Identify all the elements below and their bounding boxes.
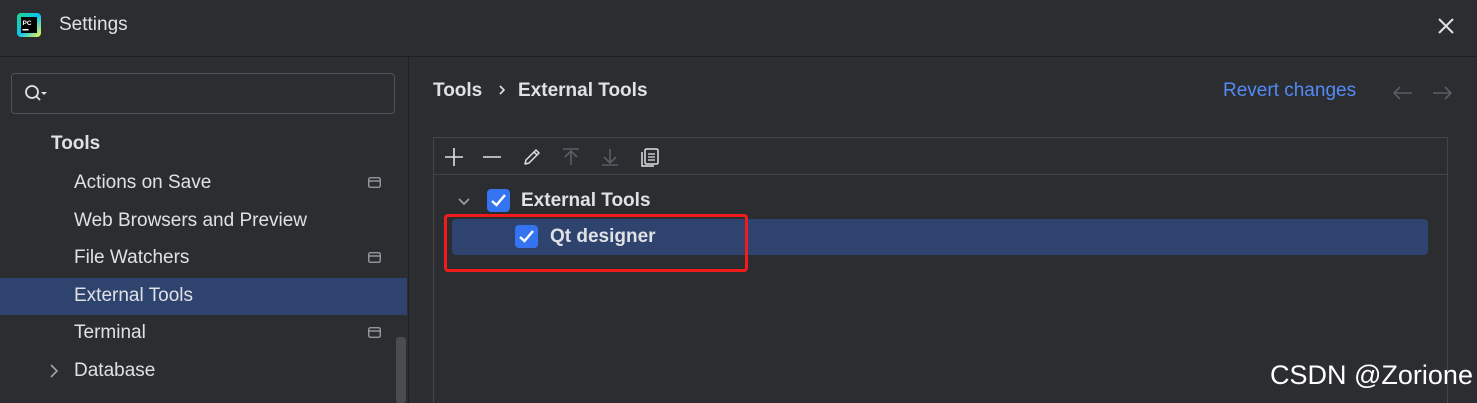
sidebar-item-file-watchers[interactable]: File Watchers: [0, 240, 407, 277]
remove-icon[interactable]: [481, 146, 503, 168]
move-up-icon[interactable]: [560, 146, 582, 168]
tools-toolbar: [434, 138, 1447, 175]
sidebar-item-external-tools[interactable]: External Tools: [0, 278, 407, 315]
pycharm-logo-icon: PC: [17, 13, 41, 37]
window-title: Settings: [59, 14, 128, 35]
sidebar-item-label: Database: [74, 360, 156, 381]
sidebar-item-actions-on-save[interactable]: Actions on Save: [0, 165, 407, 202]
chevron-right-icon[interactable]: [48, 364, 60, 378]
move-down-icon[interactable]: [599, 146, 621, 168]
sidebar-item-label: External Tools: [74, 285, 193, 306]
external-tools-group-checkbox[interactable]: [487, 189, 510, 212]
revert-changes-link[interactable]: Revert changes: [1223, 80, 1356, 102]
sidebar-item-web-browsers-and-preview[interactable]: Web Browsers and Preview: [0, 203, 407, 240]
sidebar-section-tools[interactable]: Tools: [51, 133, 100, 155]
project-settings-icon: [368, 327, 381, 338]
sidebar-item-label: Actions on Save: [74, 172, 212, 193]
copy-icon[interactable]: [639, 146, 661, 168]
chevron-down-icon[interactable]: [457, 197, 471, 207]
search-box[interactable]: [11, 73, 395, 114]
breadcrumb-separator-icon: [499, 85, 506, 95]
project-settings-icon: [368, 252, 381, 263]
search-input[interactable]: [56, 82, 386, 106]
close-icon[interactable]: [1433, 13, 1459, 39]
annotation-highlight: [444, 214, 748, 272]
add-icon[interactable]: [443, 146, 465, 168]
svg-text:PC: PC: [23, 20, 32, 27]
checkmark-icon: [491, 194, 506, 207]
settings-sidebar: Tools Actions on Save Web Browsers and P…: [0, 57, 408, 403]
tree-group-label: External Tools: [521, 190, 651, 211]
sidebar-item-database[interactable]: Database: [0, 353, 407, 390]
sidebar-item-label: Terminal: [74, 322, 146, 343]
edit-icon[interactable]: [521, 146, 543, 168]
search-icon[interactable]: [24, 84, 48, 104]
project-settings-icon: [368, 177, 381, 188]
breadcrumb-external-tools: External Tools: [518, 80, 648, 101]
back-arrow-icon[interactable]: [1392, 85, 1414, 101]
watermark: CSDN @Zorione: [1270, 360, 1473, 390]
sidebar-scrollbar[interactable]: [396, 337, 406, 403]
sidebar-item-label: Web Browsers and Preview: [74, 210, 308, 231]
breadcrumb-tools[interactable]: Tools: [433, 80, 482, 102]
forward-arrow-icon[interactable]: [1431, 85, 1453, 101]
title-bar: PC Settings: [0, 0, 1477, 52]
sidebar-item-terminal[interactable]: Terminal: [0, 315, 407, 352]
sidebar-item-label: File Watchers: [74, 247, 190, 268]
